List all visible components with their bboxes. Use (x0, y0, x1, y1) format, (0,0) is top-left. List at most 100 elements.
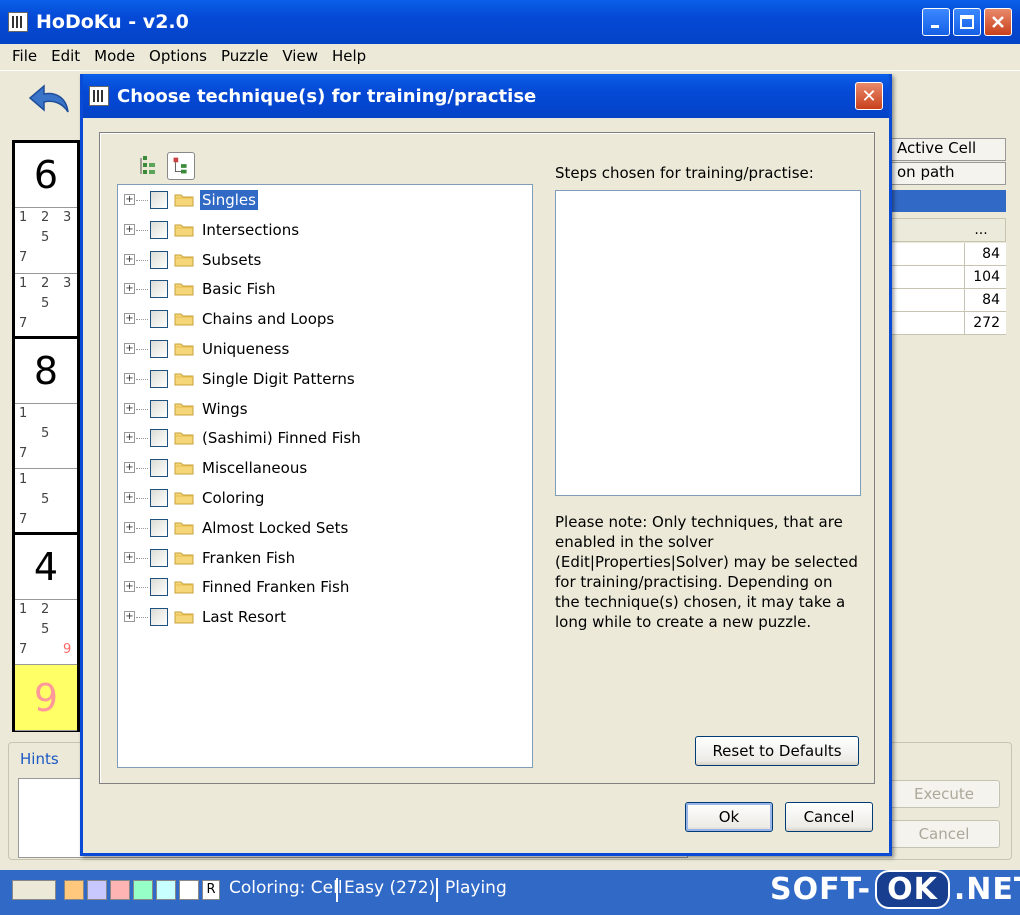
table-row[interactable]: 104 (888, 266, 1006, 289)
tree-item[interactable]: + Coloring (118, 485, 532, 511)
reset-coloring-button[interactable]: R (202, 880, 220, 900)
color-swatch[interactable] (64, 880, 84, 900)
tree-item-label: Miscellaneous (202, 459, 308, 478)
color-swatch[interactable] (133, 880, 153, 900)
technique-checkbox[interactable] (150, 489, 168, 507)
maximize-button[interactable] (953, 8, 981, 36)
color-swatch[interactable] (110, 880, 130, 900)
tree-item[interactable]: + Franken Fish (118, 545, 532, 571)
grid-cell-value[interactable]: 4 (15, 534, 77, 601)
table-row[interactable]: 84 (888, 243, 1006, 266)
technique-checkbox[interactable] (150, 459, 168, 478)
steps-list[interactable] (555, 190, 861, 496)
menu-help[interactable]: Help (332, 47, 366, 65)
expand-icon[interactable]: + (124, 223, 135, 235)
tab-active-cell[interactable]: Active Cell (888, 138, 1006, 161)
technique-checkbox[interactable] (150, 399, 168, 418)
tree-item[interactable]: + Last Resort (118, 604, 532, 630)
folder-icon (174, 611, 194, 624)
menu-view[interactable]: View (282, 47, 318, 65)
expand-icon[interactable]: + (124, 283, 135, 295)
folder-icon (174, 552, 194, 565)
tree-item[interactable]: + Wings (118, 396, 532, 422)
expand-icon[interactable]: + (124, 194, 135, 205)
expand-icon[interactable]: + (124, 581, 135, 593)
undo-icon[interactable] (28, 82, 72, 118)
grid-cell-candidates[interactable]: 12 57 9 (15, 600, 77, 666)
close-window-button[interactable] (984, 8, 1012, 36)
grid-cell-candidates[interactable]: 12357 (15, 208, 77, 274)
expand-icon[interactable]: + (124, 551, 135, 563)
tree-item[interactable]: + Finned Franken Fish (118, 574, 532, 600)
table-row[interactable]: 272 (888, 312, 1006, 335)
color-swatch-neutral[interactable] (12, 880, 56, 900)
tree-item[interactable]: + Intersections (118, 217, 532, 243)
cancel-button[interactable]: Cancel (785, 802, 873, 832)
technique-tree[interactable]: + Singles + Intersections + Subsets + Basic Fis… (117, 184, 533, 768)
tree-item[interactable]: + Singles (118, 187, 532, 213)
table-row[interactable]: 84 (888, 289, 1006, 312)
technique-checkbox[interactable] (150, 608, 168, 627)
grid-cell-value[interactable]: 8 (15, 338, 77, 405)
color-swatch[interactable] (87, 880, 107, 900)
expand-icon[interactable]: + (124, 492, 135, 503)
expand-icon[interactable]: + (124, 432, 135, 444)
expand-icon[interactable]: + (124, 313, 135, 325)
technique-checkbox[interactable] (150, 191, 168, 209)
collapse-all-icon[interactable] (167, 152, 195, 180)
candidate-digit: 2 (41, 210, 50, 226)
grid-cell-candidates[interactable]: 157 (15, 469, 77, 535)
expand-all-icon[interactable] (135, 152, 163, 180)
technique-checkbox[interactable] (150, 340, 168, 358)
dialog-close-button[interactable]: ✕ (855, 82, 883, 110)
folder-icon (174, 283, 194, 296)
technique-checkbox[interactable] (150, 369, 168, 388)
expand-icon[interactable]: + (124, 521, 135, 533)
tab-solution-path[interactable]: on path (888, 162, 1006, 185)
expand-icon[interactable]: + (124, 402, 135, 414)
technique-checkbox[interactable] (150, 578, 168, 597)
execute-button[interactable]: Execute (888, 780, 1000, 808)
color-swatch[interactable] (156, 880, 176, 900)
tree-item[interactable]: + Subsets (118, 247, 532, 273)
grid-cell-value[interactable]: 6 (15, 143, 77, 209)
expand-icon[interactable]: + (124, 372, 135, 384)
technique-checkbox[interactable] (150, 548, 168, 567)
table-cell: 272 (964, 312, 1006, 334)
ok-button[interactable]: Ok (685, 802, 773, 832)
technique-checkbox[interactable] (150, 429, 168, 448)
minimize-button[interactable] (922, 8, 950, 36)
technique-checkbox[interactable] (150, 220, 168, 239)
technique-checkbox[interactable] (150, 310, 168, 329)
tree-item[interactable]: + Almost Locked Sets (118, 515, 532, 541)
expand-icon[interactable]: + (124, 343, 135, 354)
technique-checkbox[interactable] (150, 518, 168, 537)
expand-icon[interactable]: + (124, 253, 135, 265)
candidate-digit: 3 (63, 275, 72, 291)
reset-defaults-button[interactable]: Reset to Defaults (695, 736, 859, 766)
expand-icon[interactable]: + (124, 462, 135, 474)
menu-file[interactable]: File (12, 47, 37, 65)
tree-item[interactable]: + Miscellaneous (118, 455, 532, 481)
menu-options[interactable]: Options (149, 47, 207, 65)
color-swatch[interactable] (179, 880, 199, 900)
grid-cell-candidates[interactable]: 157 (15, 404, 77, 470)
folder-icon (174, 581, 194, 594)
selected-grid-cell[interactable]: 9 (15, 665, 77, 731)
expand-icon[interactable]: + (124, 611, 135, 623)
technique-checkbox[interactable] (150, 250, 168, 269)
cancel-hint-button[interactable]: Cancel (888, 820, 1000, 848)
tree-item[interactable]: + Chains and Loops (118, 306, 532, 332)
note-text: Please note: Only techniques, that are e… (555, 513, 858, 631)
technique-checkbox[interactable] (150, 280, 168, 299)
grid-cell-candidates[interactable]: 12357 (15, 273, 77, 339)
tree-item[interactable]: + Single Digit Patterns (118, 366, 532, 392)
menu-puzzle[interactable]: Puzzle (221, 47, 268, 65)
tree-item[interactable]: + Basic Fish (118, 276, 532, 302)
menu-edit[interactable]: Edit (51, 47, 80, 65)
folder-icon (174, 254, 194, 267)
column-header[interactable]: ... (961, 222, 1001, 238)
tree-item[interactable]: + Uniqueness (118, 336, 532, 362)
tree-item[interactable]: + (Sashimi) Finned Fish (118, 425, 532, 451)
menu-mode[interactable]: Mode (94, 47, 135, 65)
